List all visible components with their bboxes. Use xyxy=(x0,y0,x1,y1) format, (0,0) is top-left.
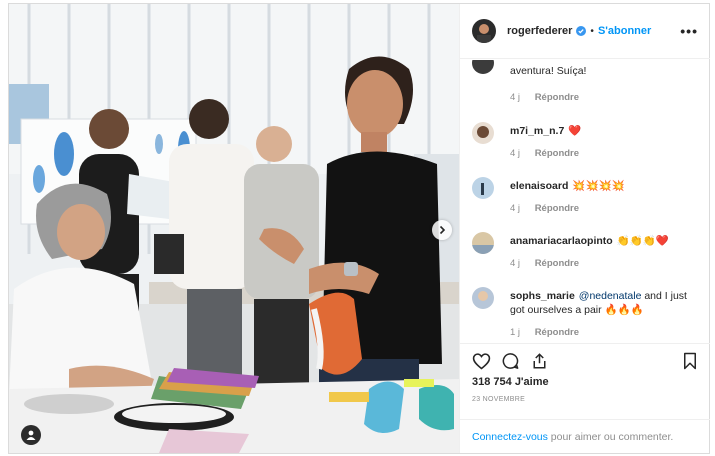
comment-meta: 1 j Répondre xyxy=(510,327,579,338)
post-photo[interactable] xyxy=(9,4,459,453)
heart-icon[interactable] xyxy=(472,352,491,375)
comment-text: sophs_marie @nedenatale and I just got ou… xyxy=(510,289,700,317)
post-actions: 318 754 J'aime 23 NOVEMBRE Connectez-vou… xyxy=(460,343,710,453)
comment-meta: 4 j Répondre xyxy=(510,148,579,159)
post-author-username[interactable]: rogerfederer xyxy=(507,25,572,37)
post-sidebar: rogerfederer • S'abonner ••• de tenis do… xyxy=(459,4,710,453)
login-prompt-text: pour aimer ou commenter. xyxy=(547,431,674,443)
share-icon[interactable] xyxy=(530,352,549,375)
reply-button[interactable]: Répondre xyxy=(535,327,579,338)
user-tag-button[interactable] xyxy=(21,425,41,445)
likes-count[interactable]: 318 754 J'aime xyxy=(472,376,549,388)
avatar[interactable] xyxy=(472,19,496,43)
comment-time: 4 j xyxy=(510,258,521,269)
comment-mention-link[interactable]: @nedenatale xyxy=(579,290,642,302)
avatar[interactable] xyxy=(472,287,494,309)
verified-badge-icon xyxy=(576,26,587,36)
comment-icon[interactable] xyxy=(501,352,520,375)
comments-list: de tenis do Federer. Tênis de corrida de… xyxy=(460,60,710,343)
comment-text: elenaisoard 💥💥💥💥 xyxy=(510,179,700,193)
reply-button[interactable]: Répondre xyxy=(535,258,579,269)
comment-meta: 4 j Répondre xyxy=(510,92,579,103)
comment-content: 💥💥💥💥 xyxy=(572,180,625,192)
comment-username[interactable]: elenaisoard xyxy=(510,180,568,192)
more-options-button[interactable]: ••• xyxy=(680,23,698,39)
comment-time: 4 j xyxy=(510,92,521,103)
reply-button[interactable]: Répondre xyxy=(535,203,579,214)
comment-time: 4 j xyxy=(510,203,521,214)
comment-text: m7i_m_n.7 ❤️ xyxy=(510,124,700,138)
user-tag-icon xyxy=(26,430,36,440)
photo-scene xyxy=(9,4,459,453)
chevron-right-icon xyxy=(439,225,446,235)
comment-content: ❤️ xyxy=(568,125,582,137)
separator-dot: • xyxy=(590,25,594,37)
comment-time: 1 j xyxy=(510,327,521,338)
comment-meta: 4 j Répondre xyxy=(510,258,579,269)
comment-username[interactable]: anamariacarlaopinto xyxy=(510,235,613,247)
login-link[interactable]: Connectez-vous xyxy=(472,431,548,443)
follow-button[interactable]: S'abonner xyxy=(598,25,651,37)
comment-username[interactable]: sophs_marie xyxy=(510,290,575,302)
carousel-next-button[interactable] xyxy=(432,220,452,240)
avatar-image xyxy=(472,19,496,43)
comment-content: 👏👏👏❤️ xyxy=(616,235,669,247)
bookmark-icon[interactable] xyxy=(682,352,698,375)
login-prompt: Connectez-vous pour aimer ou commenter. xyxy=(460,419,710,454)
reply-button[interactable]: Répondre xyxy=(535,92,579,103)
avatar[interactable] xyxy=(472,60,494,74)
comment-time: 4 j xyxy=(510,148,521,159)
avatar[interactable] xyxy=(472,122,494,144)
instagram-post: rogerfederer • S'abonner ••• de tenis do… xyxy=(8,3,710,454)
avatar[interactable] xyxy=(472,177,494,199)
comment-meta: 4 j Répondre xyxy=(510,203,579,214)
avatar[interactable] xyxy=(472,232,494,254)
post-date: 23 NOVEMBRE xyxy=(472,396,526,403)
reply-button[interactable]: Répondre xyxy=(535,148,579,159)
post-header: rogerfederer • S'abonner ••• xyxy=(460,4,710,59)
comment-text: de tenis do Federer. Tênis de corrida de… xyxy=(510,60,696,77)
comment-username[interactable]: m7i_m_n.7 xyxy=(510,125,564,137)
comment-text: anamariacarlaopinto 👏👏👏❤️ xyxy=(510,234,700,248)
